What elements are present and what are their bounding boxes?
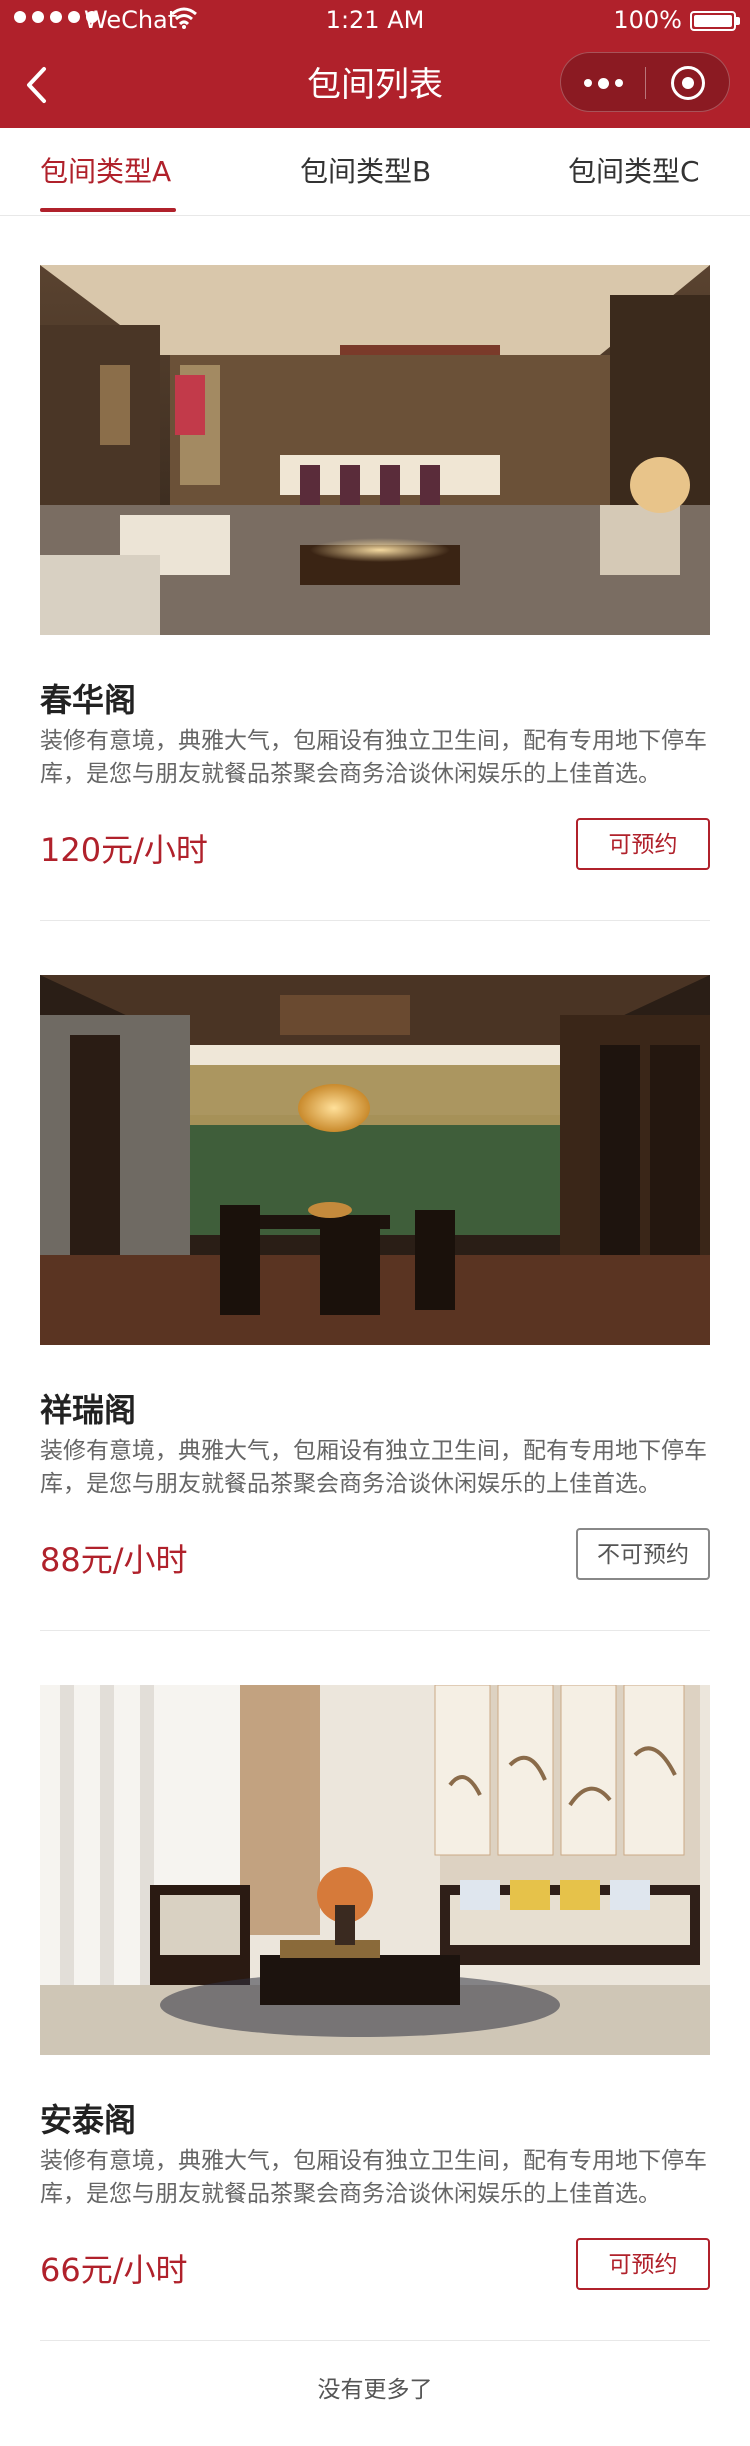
no-more-label: 没有更多了 [317,2377,433,2403]
mini-program-capsule [560,52,730,112]
book-button[interactable]: 可预约 [576,2238,710,2290]
room-name: 春华阁 [40,681,137,719]
more-button[interactable] [561,53,645,113]
room-name: 安泰阁 [40,2101,137,2139]
status-bar: WeChat 1:21 AM 100% [0,0,750,42]
active-tab-indicator [40,208,176,212]
book-button[interactable]: 可预约 [576,818,710,870]
battery-icon [690,11,740,31]
battery-percent: 100% [613,6,682,34]
room-price: 66元/小时 [40,2251,188,2289]
divider [40,2340,710,2341]
close-button[interactable] [646,53,730,113]
room-description: 装修有意境，典雅大气，包厢设有独立卫生间，配有专用地下停车库，是您与朋友就餐品茶… [40,728,707,787]
divider [40,1630,710,1631]
book-button-disabled[interactable]: 不可预约 [576,1528,710,1580]
divider [40,920,710,921]
room-name: 祥瑞阁 [40,1391,137,1429]
tab-room-type-b[interactable]: 包间类型B [300,128,431,216]
tab-room-type-a[interactable]: 包间类型A [40,128,171,216]
nav-bar: 包间列表 [0,42,750,128]
room-photo[interactable] [40,265,710,635]
room-price: 120元/小时 [40,831,208,869]
room-photo[interactable] [40,975,710,1345]
tab-room-type-c[interactable]: 包间类型C [568,128,700,216]
room-photo[interactable] [40,1685,710,2055]
close-target-icon [671,66,705,100]
header: WeChat 1:21 AM 100% 包间列表 [0,0,750,128]
tab-bar: 包间类型A 包间类型B 包间类型C [0,128,750,216]
room-description: 装修有意境，典雅大气，包厢设有独立卫生间，配有专用地下停车库，是您与朋友就餐品茶… [40,2148,707,2207]
room-description: 装修有意境，典雅大气，包厢设有独立卫生间，配有专用地下停车库，是您与朋友就餐品茶… [40,1438,707,1497]
more-icon [583,79,592,87]
room-price: 88元/小时 [40,1541,188,1579]
